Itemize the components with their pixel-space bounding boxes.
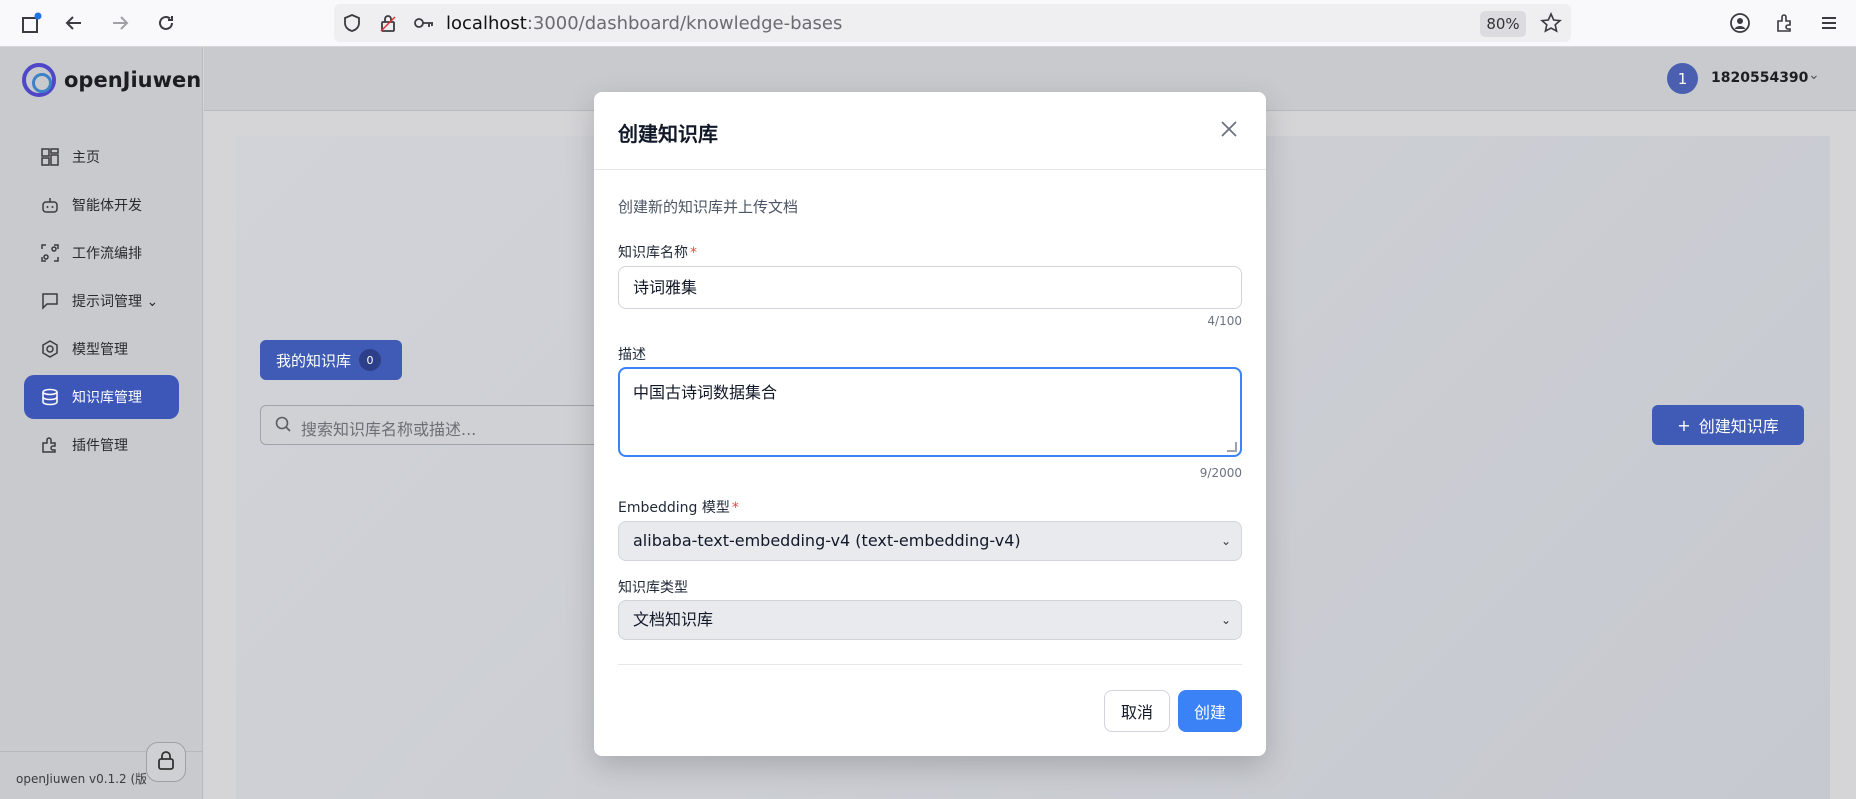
browser-toolbar: localhost:3000/dashboard/knowledge-bases… — [0, 0, 1856, 47]
lock-icon — [155, 749, 177, 775]
close-icon[interactable] — [1216, 116, 1242, 142]
shield-icon[interactable] — [338, 9, 366, 37]
tab-my-knowledge-bases[interactable]: 我的知识库 0 — [260, 340, 402, 380]
kb-type-label: 知识库类型 — [618, 580, 688, 596]
create-button[interactable]: 创建 — [1178, 690, 1242, 732]
sidebar-item-label: 模型管理 — [72, 342, 128, 358]
chevron-down-icon: ⌄ — [1220, 534, 1231, 548]
account-icon[interactable] — [1726, 9, 1754, 37]
divider — [618, 664, 1242, 665]
description-counter: 9/2000 — [1199, 466, 1242, 480]
name-field[interactable]: 诗词雅集 — [618, 266, 1242, 309]
search-placeholder: 搜索知识库名称或描述... — [301, 420, 477, 439]
description-text: 中国古诗词数据集合 — [633, 383, 778, 402]
username[interactable]: 1820554390 — [1711, 70, 1808, 86]
count-badge: 0 — [359, 349, 382, 371]
create-knowledge-base-button[interactable]: + 创建知识库 — [1652, 405, 1804, 445]
search-icon — [275, 416, 291, 436]
version-label: openJiuwen v0.1.2 (版本 — [16, 772, 146, 786]
chevron-down-icon[interactable]: ⌄ — [1808, 67, 1820, 83]
brand-name: openJiuwen — [64, 68, 202, 92]
robot-icon — [40, 195, 60, 215]
key-icon[interactable] — [410, 9, 438, 37]
database-icon — [40, 387, 60, 407]
sidebar-item-label: 知识库管理 — [72, 390, 142, 406]
chat-icon — [40, 291, 60, 311]
sidebar-item-label: 智能体开发 — [72, 198, 142, 214]
sidebar-item-label: 工作流编排 — [72, 246, 142, 262]
sidebar-item-label: 提示词管理 ⌄ — [72, 294, 159, 310]
name-counter: 4/100 — [1207, 314, 1242, 328]
avatar[interactable]: 1 — [1667, 63, 1698, 94]
chevron-down-icon: ⌄ — [1220, 613, 1231, 627]
kb-type-select[interactable]: 文档知识库 ⌄ — [618, 600, 1242, 640]
lock-button[interactable] — [146, 742, 186, 782]
reload-icon[interactable] — [152, 9, 180, 37]
dialog-header: 创建知识库 — [594, 92, 1266, 170]
sidebar-item-models[interactable]: 模型管理 — [24, 327, 179, 371]
sidebar-item-plugins[interactable]: 插件管理 — [24, 423, 179, 467]
model-icon — [40, 339, 60, 359]
sidebar-item-prompts[interactable]: 提示词管理 ⌄ — [24, 279, 179, 323]
required-mark: * — [690, 245, 697, 261]
new-tab-icon[interactable] — [18, 9, 46, 37]
tab-label: 我的知识库 — [276, 351, 352, 370]
create-button-label: 创建知识库 — [1698, 417, 1779, 436]
embedding-label: Embedding 模型 * — [618, 500, 739, 516]
sidebar-item-home[interactable]: 主页 — [24, 135, 179, 179]
description-field[interactable]: 中国古诗词数据集合 — [618, 367, 1242, 457]
embedding-value: alibaba-text-embedding-v4 (text-embeddin… — [633, 531, 1021, 550]
star-icon[interactable] — [1537, 9, 1565, 37]
embedding-select[interactable]: alibaba-text-embedding-v4 (text-embeddin… — [618, 521, 1242, 561]
dialog-title: 创建知识库 — [618, 122, 718, 146]
required-mark: * — [731, 500, 739, 516]
plugin-icon — [40, 435, 60, 455]
sidebar-item-label: 主页 — [72, 150, 100, 166]
sidebar-nav: 主页 智能体开发 工作流编排 提示词管理 ⌄ 模型管理 知识库管理 插件管理 — [24, 135, 179, 471]
create-kb-dialog: 创建知识库 创建新的知识库并上传文档 知识库名称 * 诗词雅集 4/100 描述 … — [594, 92, 1266, 756]
url-bar[interactable]: localhost:3000/dashboard/knowledge-bases… — [334, 4, 1571, 42]
forward-icon[interactable] — [106, 9, 134, 37]
kb-type-value: 文档知识库 — [633, 610, 714, 629]
search-input[interactable]: 搜索知识库名称或描述... — [260, 405, 600, 445]
back-icon[interactable] — [60, 9, 88, 37]
sidebar-item-agent-dev[interactable]: 智能体开发 — [24, 183, 179, 227]
resize-handle[interactable] — [1227, 442, 1237, 452]
menu-icon[interactable] — [1815, 9, 1843, 37]
lock-icon[interactable] — [374, 9, 402, 37]
sidebar-item-label: 插件管理 — [72, 438, 128, 454]
brand[interactable]: openJiuwen — [22, 63, 201, 97]
dialog-subtitle: 创建新的知识库并上传文档 — [618, 198, 799, 216]
url-text: localhost:3000/dashboard/knowledge-bases — [446, 13, 843, 34]
sidebar-footer: openJiuwen v0.1.2 (版本 — [0, 742, 203, 799]
zoom-indicator[interactable]: 80% — [1480, 11, 1526, 37]
name-label: 知识库名称 * — [618, 245, 697, 261]
sidebar-item-knowledge[interactable]: 知识库管理 — [24, 375, 179, 419]
sidebar-item-workflow[interactable]: 工作流编排 — [24, 231, 179, 275]
plus-icon: + — [1677, 415, 1691, 435]
workflow-icon — [40, 243, 60, 263]
brand-logo-icon — [22, 63, 56, 97]
dashboard-icon — [40, 147, 60, 167]
sidebar: openJiuwen 主页 智能体开发 工作流编排 提示词管理 ⌄ 模型管理 知… — [0, 47, 203, 799]
extensions-icon[interactable] — [1771, 9, 1799, 37]
description-label: 描述 — [618, 347, 646, 363]
cancel-button[interactable]: 取消 — [1104, 690, 1170, 732]
